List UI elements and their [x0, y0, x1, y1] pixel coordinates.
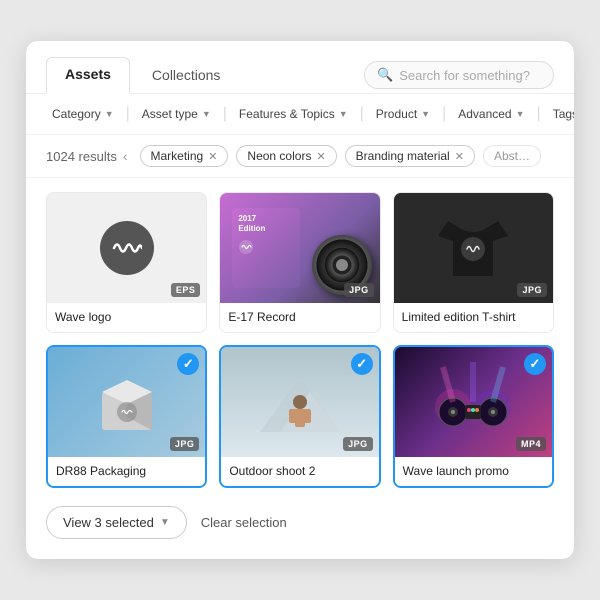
selected-check-promo: ✓: [524, 353, 546, 375]
chip-marketing[interactable]: Marketing ✕: [140, 145, 229, 167]
active-filters-bar: 1024 results ‹ Marketing ✕ Neon colors ✕…: [26, 135, 574, 178]
chevron-down-icon: ▼: [339, 109, 348, 119]
card-label-e17: E-17 Record: [220, 303, 379, 332]
search-box[interactable]: 🔍 Search for something?: [364, 61, 554, 89]
tshirt-svg: [433, 211, 513, 286]
badge-jpg: JPG: [170, 437, 200, 451]
filter-tags[interactable]: Tags: [547, 104, 574, 124]
asset-grid: EPS Wave logo 2017Edition: [26, 178, 574, 502]
box-svg: [87, 362, 167, 442]
outdoor-svg: [260, 357, 340, 447]
tab-assets[interactable]: Assets: [46, 57, 130, 94]
badge-jpg: JPG: [344, 283, 374, 297]
selected-check-dr88: ✓: [177, 353, 199, 375]
divider: |: [126, 105, 130, 123]
filter-category[interactable]: Category ▼: [46, 104, 120, 124]
filter-asset-type[interactable]: Asset type ▼: [136, 104, 217, 124]
chip-abstract[interactable]: Abst…: [483, 145, 541, 167]
card-label-promo: Wave launch promo: [395, 457, 552, 486]
badge-jpg: JPG: [343, 437, 373, 451]
card-thumb-promo: ✓ MP4: [395, 347, 552, 457]
chevron-down-icon: ▼: [202, 109, 211, 119]
filter-bar: Category ▼ | Asset type ▼ | Features & T…: [26, 94, 574, 135]
card-thumb-tshirt: JPG: [394, 193, 553, 303]
badge-eps: EPS: [171, 283, 201, 297]
badge-mp4: MP4: [516, 437, 546, 451]
result-count: 1024 results ‹: [46, 148, 128, 164]
card-thumb-dr88: ✓ JPG: [48, 347, 205, 457]
card-label-dr88: DR88 Packaging: [48, 457, 205, 486]
chevron-down-icon: ▼: [516, 109, 525, 119]
footer-bar: View 3 selected ▼ Clear selection: [26, 502, 574, 539]
record-sleeve: 2017Edition: [232, 208, 300, 288]
selected-check-outdoor: ✓: [351, 353, 373, 375]
card-dr88-packaging[interactable]: ✓ JPG DR88 Packaging: [46, 345, 207, 488]
card-label-outdoor: Outdoor shoot 2: [221, 457, 378, 486]
divider: |: [360, 105, 364, 123]
filter-features-topics[interactable]: Features & Topics ▼: [233, 104, 354, 124]
chip-remove-icon[interactable]: ✕: [208, 150, 217, 163]
filter-advanced[interactable]: Advanced ▼: [452, 104, 530, 124]
card-thumb-wave-logo: EPS: [47, 193, 206, 303]
wave-logo-icon: [100, 221, 154, 275]
badge-jpg: JPG: [517, 283, 547, 297]
card-wave-launch-promo[interactable]: ✓ MP4 Wave launch promo: [393, 345, 554, 488]
tab-group: Assets Collections: [46, 57, 238, 93]
search-icon: 🔍: [377, 67, 393, 83]
card-label-tshirt: Limited edition T-shirt: [394, 303, 553, 332]
chip-remove-icon[interactable]: ✕: [455, 150, 464, 163]
chevron-down-icon: ▼: [421, 109, 430, 119]
back-button[interactable]: ‹: [123, 148, 128, 164]
tab-collections[interactable]: Collections: [134, 59, 238, 93]
card-tshirt[interactable]: JPG Limited edition T-shirt: [393, 192, 554, 333]
card-thumb-outdoor: ✓ JPG: [221, 347, 378, 457]
chip-label: Branding material: [356, 149, 450, 163]
chip-neon-colors[interactable]: Neon colors ✕: [236, 145, 336, 167]
chip-label: Neon colors: [247, 149, 311, 163]
chip-label: Abst…: [494, 149, 530, 163]
clear-selection-button[interactable]: Clear selection: [201, 515, 287, 530]
chevron-down-icon: ▼: [105, 109, 114, 119]
promo-svg: [423, 347, 523, 457]
card-thumb-e17: 2017Edition JPG: [220, 193, 379, 303]
divider: |: [442, 105, 446, 123]
view-selected-button[interactable]: View 3 selected ▼: [46, 506, 187, 539]
chip-label: Marketing: [151, 149, 204, 163]
card-wave-logo[interactable]: EPS Wave logo: [46, 192, 207, 333]
divider: |: [537, 105, 541, 123]
search-placeholder: Search for something?: [399, 68, 530, 83]
filter-product[interactable]: Product ▼: [370, 104, 436, 124]
view-selected-label: View 3 selected: [63, 515, 154, 530]
tabs-bar: Assets Collections 🔍 Search for somethin…: [26, 41, 574, 94]
card-label-wave-logo: Wave logo: [47, 303, 206, 332]
card-e17-record[interactable]: 2017Edition JPG E-17 Record: [219, 192, 380, 333]
chevron-down-icon: ▼: [160, 517, 170, 528]
chip-remove-icon[interactable]: ✕: [316, 150, 325, 163]
chip-branding[interactable]: Branding material ✕: [345, 145, 475, 167]
divider: |: [223, 105, 227, 123]
card-outdoor-shoot[interactable]: ✓ JPG Outdoor shoot 2: [219, 345, 380, 488]
main-panel: Assets Collections 🔍 Search for somethin…: [26, 41, 574, 559]
